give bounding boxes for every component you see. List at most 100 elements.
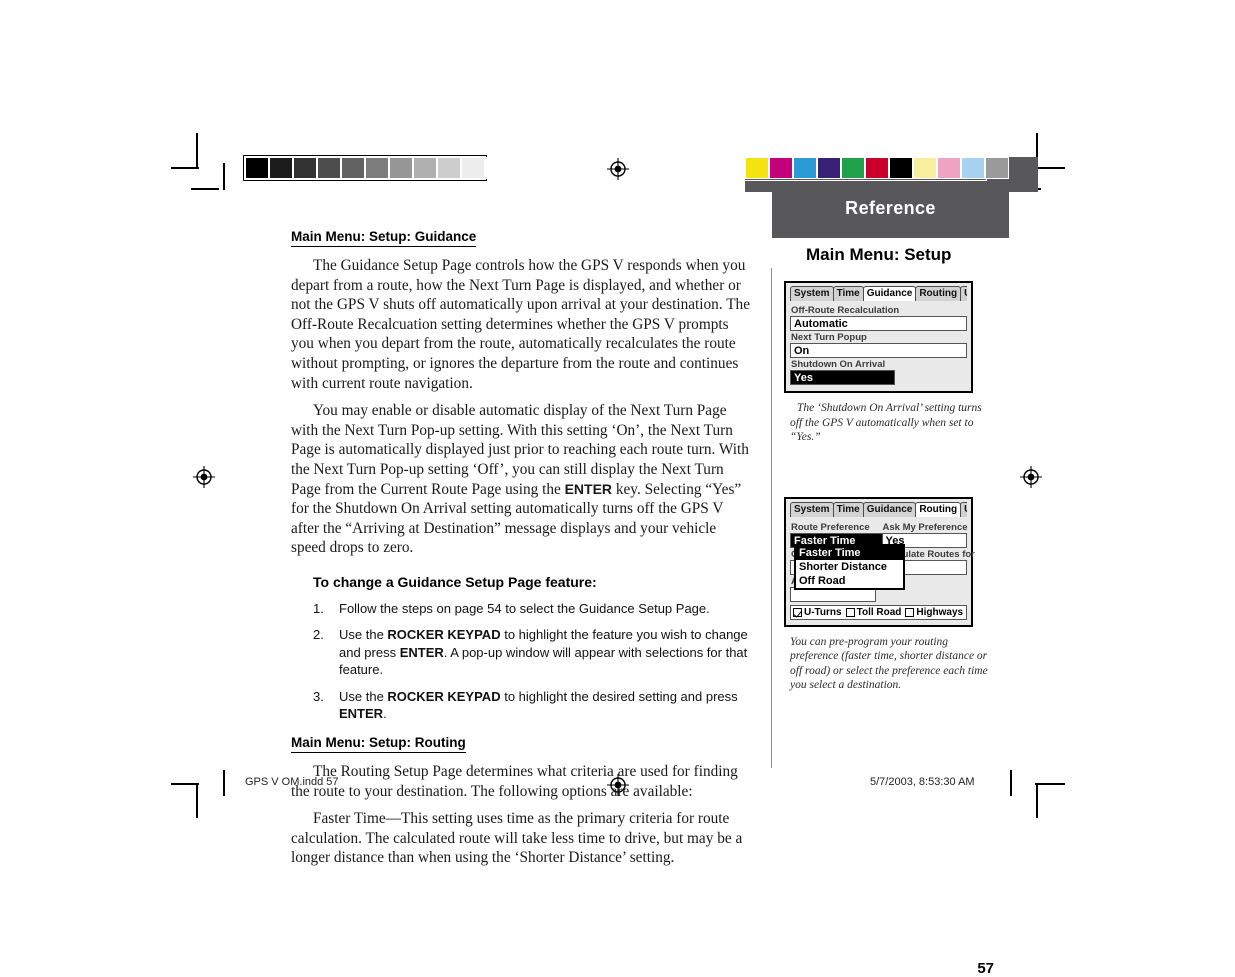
calibration-swatch (461, 157, 485, 179)
section-title-routing: Main Menu: Setup: Routing (291, 735, 466, 753)
calibration-swatch (485, 157, 509, 179)
caption-screen-2: You can pre-program your routing prefere… (790, 635, 988, 692)
gps-field-label: Ask My Preference (882, 521, 968, 533)
crop-mark-bl-v2 (223, 770, 225, 796)
crop-mark-tl-v (196, 133, 198, 168)
calibration-swatch (437, 157, 461, 179)
procedure-step-list: 1. Follow the steps on page 54 to select … (313, 600, 751, 723)
gps-tab-time[interactable]: Time (832, 286, 864, 301)
section-guidance: Main Menu: Setup: Guidance (291, 228, 751, 256)
page-canvas: Reference Main Menu: Setup: Guidance The… (0, 0, 1235, 977)
crop-mark-bl-h (171, 783, 199, 785)
calibration-swatch (817, 157, 841, 179)
calibration-swatch (889, 157, 913, 179)
calibration-swatch (793, 157, 817, 179)
procedure-step: 1. Follow the steps on page 54 to select … (313, 600, 751, 618)
calibration-swatch (365, 157, 389, 179)
reference-header-band: Reference (772, 186, 1009, 238)
routing-checkbox[interactable]: Highways (905, 607, 963, 618)
gps-field-label: Off-Route Recalculation (791, 305, 900, 316)
checkbox-label: U-Turns (804, 606, 842, 618)
calibration-swatch (913, 157, 937, 179)
calibration-swatch (413, 157, 437, 179)
checkbox-label: Toll Road (856, 606, 902, 618)
checkbox-checked-icon[interactable] (793, 607, 802, 617)
calibration-swatch (293, 157, 317, 179)
crop-mark-tl-v2 (223, 163, 225, 190)
calibration-swatch (269, 157, 293, 179)
calibration-swatch (769, 157, 793, 179)
crop-mark-br-h (1035, 783, 1065, 785)
popup-option[interactable]: Shorter Distance (796, 560, 903, 574)
procedure-step: 3. Use the ROCKER KEYPAD to highlight the… (313, 688, 751, 723)
step-keyword: ENTER (339, 706, 384, 722)
gps-field-label: Next Turn Popup (791, 332, 867, 343)
step-text: Follow the steps on page 54 to select th… (339, 600, 710, 616)
routing-checkbox[interactable]: Toll Road (845, 606, 902, 618)
step-number: 2. (313, 627, 324, 643)
calibration-swatch (985, 157, 1009, 179)
calibration-swatch (865, 157, 889, 179)
step-keyword: ROCKER KEYPAD (387, 688, 501, 704)
crop-mark-tr-h (1035, 167, 1065, 169)
registration-target-top (607, 158, 629, 180)
crop-mark-br-v2 (1010, 770, 1012, 796)
crop-mark-tl-h (171, 167, 199, 169)
calibration-swatch (961, 157, 985, 179)
column-divider (771, 268, 772, 768)
registration-target-left (193, 466, 215, 488)
tab-row-routing[interactable]: SystemTimeGuidanceRoutingUnitsT: (790, 501, 967, 517)
crop-mark-bl-v (196, 783, 198, 818)
registration-target-right (1020, 466, 1042, 488)
section-routing: Main Menu: Setup: Routing (291, 734, 751, 762)
step-text: . (383, 706, 387, 722)
section-title-guidance: Main Menu: Setup: Guidance (291, 229, 477, 247)
checkbox-label: Highways (916, 606, 964, 618)
gps-tab-system[interactable]: System (790, 501, 834, 517)
route-preference-popup[interactable]: Faster Time Shorter Distance Off Road (794, 543, 905, 590)
step-text: Use the (339, 688, 388, 704)
gps-field-value[interactable]: Yes (790, 370, 895, 385)
popup-option[interactable]: Faster Time (796, 545, 903, 560)
step-number: 1. (313, 600, 324, 616)
paragraph-routing-2: Faster Time—This setting uses time as th… (291, 810, 743, 867)
calibration-swatch (937, 157, 961, 179)
grayscale-calibration-bar (245, 157, 509, 179)
gps-field-value[interactable]: On (790, 343, 967, 358)
gps-tab-units[interactable]: Units (960, 286, 967, 301)
sidebar-column: Main Menu: Setup System Time Guidance Routi… (784, 245, 1004, 977)
calibration-swatch (841, 157, 865, 179)
gps-tab-routing[interactable]: Routing (915, 286, 962, 301)
calibration-swatch (245, 157, 269, 179)
gps-field-label: Route Preference (791, 521, 870, 533)
routing-checkbox[interactable]: U-Turns (793, 607, 842, 618)
footer-filename: GPS V OM.indd 57 (245, 776, 339, 788)
routing-checkbox-row[interactable]: U-Turns Toll Road Highways (790, 604, 967, 620)
main-text-column: Main Menu: Setup: Guidance The Guidance … (291, 228, 751, 876)
gps-tab-guidance[interactable]: Guidance (862, 501, 917, 517)
calibration-swatch (389, 157, 413, 179)
gps-tab-guidance[interactable]: Guidance (862, 286, 917, 301)
step-number: 3. (313, 688, 324, 704)
reference-header-label: Reference (845, 198, 936, 218)
checkbox-empty-icon[interactable] (845, 607, 855, 617)
gps-field-value[interactable]: Automatic (790, 316, 967, 331)
procedure-title: To change a Guidance Setup Page feature: (313, 573, 597, 590)
checkbox-empty-icon[interactable] (905, 607, 915, 617)
gps-tab-time[interactable]: Time (832, 501, 864, 517)
color-calibration-bar (745, 157, 1009, 179)
tab-row-guidance[interactable]: SystemTimeGuidanceRoutingUnitsT: (790, 286, 967, 301)
gps-tab-units[interactable]: Units (960, 501, 967, 517)
calibration-swatch (317, 157, 341, 179)
gps-field-label: Shutdown On Arrival (791, 359, 886, 370)
calibration-swatch (341, 157, 365, 179)
para2-enter-bold: ENTER (564, 480, 613, 497)
gps-tab-system[interactable]: System (790, 286, 834, 301)
gps-tab-routing[interactable]: Routing (915, 501, 962, 517)
footer-timestamp: 5/7/2003, 8:53:30 AM (870, 776, 975, 788)
field-list-guidance: Off-Route Recalculation Automatic Next Tur… (790, 305, 967, 385)
paragraph-guidance-1: The Guidance Setup Page controls how the… (291, 257, 750, 392)
sidebar-title: Main Menu: Setup (806, 245, 952, 264)
popup-option[interactable]: Off Road (796, 574, 903, 588)
gps-screen-guidance: SystemTimeGuidanceRoutingUnitsT: Off-Rou… (784, 281, 973, 393)
